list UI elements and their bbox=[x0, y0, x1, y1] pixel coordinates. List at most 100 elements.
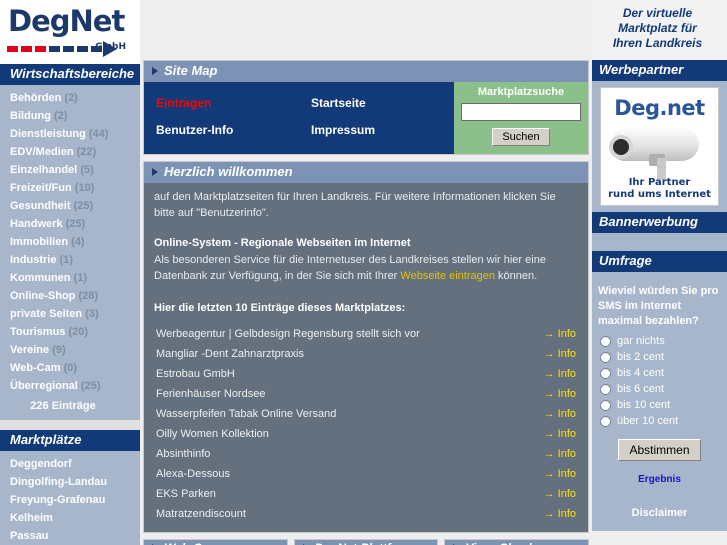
sidebar-item-vereine[interactable]: Vereine (9) bbox=[0, 341, 140, 359]
sidebar-item-web-cam[interactable]: Web-Cam (0) bbox=[0, 359, 140, 377]
arrow-right-icon: → bbox=[543, 508, 555, 520]
entry-name[interactable]: Estrobau GmbH bbox=[156, 367, 235, 381]
radio-icon[interactable] bbox=[600, 415, 611, 427]
bottom-panel-degnet-plattform[interactable]: DegNet-Plattform bbox=[293, 539, 439, 545]
sidebar-item-label: Handwerk bbox=[10, 218, 63, 230]
entry-info-link[interactable]: → Info bbox=[544, 347, 578, 361]
entry-info-link[interactable]: → Info bbox=[544, 407, 578, 421]
sidebar-item-count: (4) bbox=[71, 236, 85, 248]
arrow-right-icon: → bbox=[543, 388, 555, 400]
arrow-right-icon: → bbox=[543, 348, 555, 360]
entry-info-link[interactable]: → Info bbox=[544, 367, 578, 381]
entry-name[interactable]: Oilly Women Kollektion bbox=[156, 427, 269, 441]
sidebar-item-tourismus[interactable]: Tourismus (20) bbox=[0, 323, 140, 341]
entry-info-link[interactable]: → Info bbox=[544, 507, 578, 521]
sidebar-item-kelheim[interactable]: Kelheim bbox=[0, 509, 140, 527]
entry-name[interactable]: Alexa-Dessous bbox=[156, 467, 230, 481]
arrow-right-icon: → bbox=[543, 368, 555, 380]
sidebar-item-deggendorf[interactable]: Deggendorf bbox=[0, 455, 140, 473]
sitemap-links-row-1: Eintragen Startseite bbox=[144, 90, 454, 117]
sidebar-item-einzelhandel[interactable]: Einzelhandel (5) bbox=[0, 161, 140, 179]
poll-option-ueber-10-cent[interactable]: über 10 cent bbox=[592, 413, 727, 429]
welcome-intro-text: auf den Marktplatzseiten für Ihren Landk… bbox=[154, 191, 556, 219]
logo-wordmark: DegNet GmbH bbox=[0, 4, 140, 52]
poll-option-bis-4-cent[interactable]: bis 4 cent bbox=[592, 365, 727, 381]
entry-info-link[interactable]: → Info bbox=[544, 327, 578, 341]
entry-info-link[interactable]: → Info bbox=[544, 427, 578, 441]
tagline-line-1: Der virtuelle bbox=[622, 6, 693, 20]
sidebar-item-dingolfing-landau[interactable]: Dingolfing-Landau bbox=[0, 473, 140, 491]
entry-name[interactable]: Matratzendiscount bbox=[156, 507, 246, 521]
entry-row: Ferienhäuser Nordsee → Info bbox=[154, 384, 578, 404]
poll-option-bis-2-cent[interactable]: bis 2 cent bbox=[592, 349, 727, 365]
entry-name[interactable]: Ferienhäuser Nordsee bbox=[156, 387, 265, 401]
sidebar-item-industrie[interactable]: Industrie (1) bbox=[0, 251, 140, 269]
entry-info-link[interactable]: → Info bbox=[544, 487, 578, 501]
welcome-body-text: Als besonderen Service für die Internetu… bbox=[154, 252, 578, 284]
sitemap-links: Eintragen Startseite Benutzer-Info Impre… bbox=[144, 82, 454, 154]
bottom-panel-virus-check[interactable]: Virus-Check bbox=[444, 539, 590, 545]
entry-name[interactable]: Mangliar -Dent Zahnarztpraxis bbox=[156, 347, 304, 361]
left-sidebar: DegNet GmbH Wirtschaftsbereiche Behörden… bbox=[0, 0, 140, 545]
sidebar-item-freizeit-fun[interactable]: Freizeit/Fun (10) bbox=[0, 179, 140, 197]
search-button[interactable]: Suchen bbox=[492, 128, 550, 146]
sidebar-item-handwerk[interactable]: Handwerk (25) bbox=[0, 215, 140, 233]
sidebar-item-label: Online-Shop bbox=[10, 290, 76, 302]
bottom-panel-web-cam[interactable]: Web-Cam bbox=[143, 539, 288, 545]
bottom-panel-label: DegNet-Plattform bbox=[315, 541, 414, 545]
webseite-eintragen-link[interactable]: Webseite eintragen bbox=[400, 270, 495, 282]
nav-link-startseite[interactable]: Startseite bbox=[299, 90, 454, 117]
sidebar-item-passau[interactable]: Passau bbox=[0, 527, 140, 545]
poll-option-bis-6-cent[interactable]: bis 6 cent bbox=[592, 381, 727, 397]
poll-option-bis-10-cent[interactable]: bis 10 cent bbox=[592, 397, 727, 413]
bannerwerbung-panel bbox=[592, 233, 727, 251]
nav-link-impressum[interactable]: Impressum bbox=[299, 117, 454, 144]
werbepartner-header: Werbepartner bbox=[592, 60, 727, 81]
bottom-panels: Web-Cam DegNet-Plattform Virus-Check bbox=[143, 539, 590, 545]
sidebar-item-ueberregional[interactable]: Überregional (25) bbox=[0, 377, 140, 395]
radio-icon[interactable] bbox=[600, 335, 611, 347]
nav-link-benutzer-info[interactable]: Benutzer-Info bbox=[144, 117, 299, 144]
entry-info-link[interactable]: → Info bbox=[544, 387, 578, 401]
sidebar-item-behoerden[interactable]: Behörden (2) bbox=[0, 89, 140, 107]
entry-name[interactable]: Wasserpfeifen Tabak Online Versand bbox=[156, 407, 336, 421]
sidebar-item-label: Passau bbox=[10, 530, 49, 542]
entry-name[interactable]: EKS Parken bbox=[156, 487, 216, 501]
radio-icon[interactable] bbox=[600, 367, 611, 379]
sidebar-item-label: EDV/Medien bbox=[10, 146, 74, 158]
site-tagline: Der virtuelle Marktplatz für Ihren Landk… bbox=[592, 0, 727, 60]
vote-button[interactable]: Abstimmen bbox=[618, 439, 701, 461]
sidebar-item-kommunen[interactable]: Kommunen (1) bbox=[0, 269, 140, 287]
sidebar-item-private-seiten[interactable]: private Seiten (3) bbox=[0, 305, 140, 323]
logo-dashed-arrow-icon bbox=[0, 40, 140, 58]
nav-link-eintragen[interactable]: Eintragen bbox=[144, 90, 299, 117]
radio-icon[interactable] bbox=[600, 383, 611, 395]
entry-info-link[interactable]: → Info bbox=[544, 467, 578, 481]
sidebar-item-count: (25) bbox=[80, 380, 101, 392]
sidebar-item-freyung-grafenau[interactable]: Freyung-Grafenau bbox=[0, 491, 140, 509]
sitemap-header: Site Map bbox=[144, 61, 588, 82]
entry-info-link[interactable]: → Info bbox=[544, 447, 578, 461]
poll-result-link[interactable]: Ergebnis bbox=[592, 461, 727, 485]
entry-row: Absinthinfo → Info bbox=[154, 444, 578, 464]
sidebar-item-immobilien[interactable]: Immobilien (4) bbox=[0, 233, 140, 251]
tagline-line-2: Marktplatz für bbox=[618, 21, 697, 35]
sidebar-item-gesundheit[interactable]: Gesundheit (25) bbox=[0, 197, 140, 215]
poll-option-gar-nichts[interactable]: gar nichts bbox=[592, 333, 727, 349]
entry-name[interactable]: Absinthinfo bbox=[156, 447, 210, 461]
degnet-banner-ad[interactable]: Deg.net Ihr Partner rund ums Internet bbox=[600, 87, 719, 206]
sidebar-item-online-shop[interactable]: Online-Shop (28) bbox=[0, 287, 140, 305]
entry-name[interactable]: Werbeagentur | Gelbdesign Regensburg ste… bbox=[156, 327, 420, 341]
sidebar-item-dienstleistung[interactable]: Dienstleistung (44) bbox=[0, 125, 140, 143]
radio-icon[interactable] bbox=[600, 399, 611, 411]
sidebar-item-count: (2) bbox=[64, 92, 78, 104]
disclaimer-link[interactable]: Disclaimer bbox=[592, 485, 727, 525]
sidebar-item-bildung[interactable]: Bildung (2) bbox=[0, 107, 140, 125]
search-input[interactable] bbox=[461, 103, 581, 121]
sidebar-item-edv-medien[interactable]: EDV/Medien (22) bbox=[0, 143, 140, 161]
entry-row: EKS Parken → Info bbox=[154, 484, 578, 504]
radio-icon[interactable] bbox=[600, 351, 611, 363]
welcome-header-label: Herzlich willkommen bbox=[164, 164, 293, 179]
entry-info-label: Info bbox=[557, 428, 576, 440]
site-logo[interactable]: DegNet GmbH bbox=[0, 0, 140, 64]
